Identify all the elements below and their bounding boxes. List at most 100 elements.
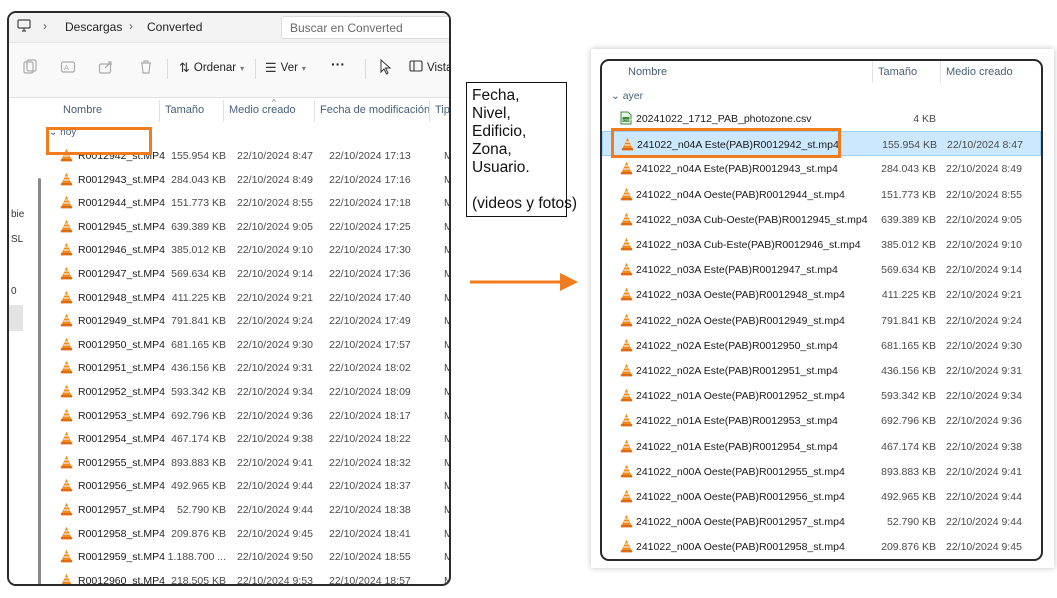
file-media-created: 22/10/2024 9:24 — [237, 315, 313, 328]
table-row[interactable]: 241022_n00A Oeste(PAB)R0012957_st.mp4 52.… — [602, 509, 1041, 534]
table-row[interactable]: R0012954_st.MP4 467.174 KB 22/10/2024 9:38… — [42, 427, 449, 451]
table-row[interactable]: 241022_n03A Este(PAB)R0012947_st.mp4 569.… — [602, 257, 1041, 282]
column-header-size[interactable]: Tamaño — [878, 66, 917, 78]
vlc-icon — [60, 384, 73, 403]
nav-item-highlight — [9, 305, 23, 331]
column-header-name[interactable]: Nombre — [628, 66, 667, 78]
file-media-created: 22/10/2024 9:10 — [237, 244, 313, 257]
file-media-created: 22/10/2024 9:31 — [946, 365, 1022, 377]
file-modified: 22/10/2024 17:25 — [329, 220, 411, 233]
vlc-icon — [620, 212, 633, 231]
file-size: 52.790 KB — [886, 516, 936, 529]
table-row[interactable]: R0012957_st.MP4 52.790 KB 22/10/2024 9:44 2… — [42, 498, 449, 522]
table-row[interactable]: R0012951_st.MP4 436.156 KB 22/10/2024 9:31… — [42, 356, 449, 380]
table-row[interactable]: R0012960_st.MP4 218.505 KB 22/10/2024 9:53… — [42, 569, 449, 586]
table-row[interactable]: R0012945_st.MP4 639.389 KB 22/10/2024 9:05… — [42, 215, 449, 239]
sort-button[interactable]: ⇅ Ordenar ▾ — [179, 60, 244, 76]
table-row[interactable]: R0012956_st.MP4 492.965 KB 22/10/2024 9:44… — [42, 474, 449, 498]
file-name: 241022_n02A Este(PAB)R0012950_st.mp4 — [636, 339, 838, 352]
column-divider[interactable] — [159, 100, 160, 122]
file-size: 151.773 KB — [171, 197, 226, 210]
file-size: 1.188.700 ... — [167, 551, 226, 564]
file-name: 241022_n00A Oeste(PAB)R0012956_st.mp4 — [636, 491, 845, 503]
table-row[interactable]: 241022_n01A Oeste(PAB)R0012952_st.mp4 593… — [602, 383, 1041, 408]
navigation-pane[interactable]: bie SL 0 — [9, 98, 39, 584]
table-row[interactable]: R0012946_st.MP4 385.012 KB 22/10/2024 9:10… — [42, 238, 449, 262]
file-modified: 22/10/2024 17:18 — [329, 197, 411, 210]
column-header-type[interactable]: Tip — [435, 104, 449, 116]
file-modified: 22/10/2024 17:13 — [329, 150, 411, 162]
table-row[interactable]: R0012950_st.MP4 681.165 KB 22/10/2024 9:30… — [42, 333, 449, 357]
table-row[interactable]: 241022_n02A Oeste(PAB)R0012949_st.mp4 791… — [602, 308, 1041, 333]
table-row[interactable]: 241022_n03A Cub-Este(PAB)R0012946_st.mp4… — [602, 232, 1041, 257]
vlc-icon — [60, 408, 73, 427]
file-size: 411.225 KB — [171, 291, 226, 304]
file-name: 20241022_1712_PAB_photozone.csv — [636, 113, 812, 125]
column-divider[interactable] — [872, 61, 873, 83]
file-modified: 22/10/2024 18:57 — [329, 574, 411, 586]
view-button[interactable]: ☰ Ver ▾ — [265, 60, 306, 76]
file-media-created: 22/10/2024 9:41 — [237, 456, 313, 469]
column-divider[interactable] — [223, 100, 224, 122]
file-type: MP — [444, 528, 449, 540]
file-size: 284.043 KB — [171, 173, 226, 186]
table-row[interactable]: 241022_n03A Cub-Oeste(PAB)R0012945_st.mp… — [602, 207, 1041, 232]
column-header-media-created[interactable]: Medio creado — [229, 104, 296, 116]
share-icon[interactable] — [97, 59, 115, 77]
copy-icon[interactable] — [21, 59, 39, 77]
file-size: 218.505 KB — [171, 574, 226, 586]
table-row[interactable]: 241022_n01A Este(PAB)R0012953_st.mp4 692.… — [602, 408, 1041, 433]
nav-item-fragment[interactable]: bie — [11, 209, 24, 220]
column-header-media-created[interactable]: Medio creado — [946, 66, 1013, 78]
table-row[interactable]: 241022_n01A Este(PAB)R0012954_st.mp4 467.… — [602, 434, 1041, 459]
table-row[interactable]: 241022_n04A Oeste(PAB)R0012944_st.mp4 151… — [602, 182, 1041, 207]
file-type: MP — [444, 480, 449, 492]
table-row[interactable]: 241022_n04A Este(PAB)R0012943_st.mp4 284.… — [602, 156, 1041, 181]
view-list-icon: ☰ — [265, 60, 277, 75]
breadcrumb-item[interactable]: Descargas — [65, 20, 122, 34]
file-size: 692.796 KB — [171, 409, 226, 422]
table-row[interactable]: R0012958_st.MP4 209.876 KB 22/10/2024 9:45… — [42, 522, 449, 546]
file-size: 639.389 KB — [171, 220, 226, 233]
file-size: 681.165 KB — [881, 339, 936, 352]
table-row[interactable]: 241022_n00A Oeste(PAB)R0012958_st.mp4 209… — [602, 534, 1041, 559]
search-input[interactable]: Buscar en Converted — [281, 16, 449, 39]
nav-item-fragment[interactable]: 0 — [11, 286, 17, 297]
column-header-modified[interactable]: Fecha de modificación — [320, 104, 430, 116]
table-row[interactable]: 241022_n00A Oeste(PAB)R0012955_st.mp4 893… — [602, 459, 1041, 484]
vlc-icon — [620, 489, 633, 508]
rename-icon[interactable]: A — [59, 59, 77, 77]
table-row[interactable]: R0012952_st.MP4 593.342 KB 22/10/2024 9:34… — [42, 380, 449, 404]
column-divider[interactable] — [314, 100, 315, 122]
table-row[interactable]: R0012944_st.MP4 151.773 KB 22/10/2024 8:55… — [42, 191, 449, 215]
left-explorer-window: › Descargas › Converted Buscar en Conver… — [7, 11, 451, 586]
table-row[interactable]: R0012949_st.MP4 791.841 KB 22/10/2024 9:24… — [42, 309, 449, 333]
table-row[interactable]: 241022_n00A Oeste(PAB)R0012956_st.mp4 492… — [602, 484, 1041, 509]
nav-item-fragment[interactable]: SL — [11, 234, 23, 245]
breadcrumb-item[interactable]: Converted — [147, 20, 202, 34]
table-row[interactable]: R0012959_st.MP4 1.188.700 ... 22/10/2024 9… — [42, 545, 449, 569]
column-divider[interactable] — [940, 61, 941, 83]
toolbar-divider — [167, 59, 168, 79]
table-row[interactable]: R0012943_st.MP4 284.043 KB 22/10/2024 8:49… — [42, 168, 449, 192]
nav-scrollbar[interactable] — [38, 178, 41, 584]
table-row[interactable]: R0012948_st.MP4 411.225 KB 22/10/2024 9:21… — [42, 286, 449, 310]
delete-icon[interactable] — [137, 59, 155, 77]
table-row[interactable]: R0012955_st.MP4 893.883 KB 22/10/2024 9:41… — [42, 451, 449, 475]
file-size: 284.043 KB — [881, 163, 936, 176]
table-row[interactable]: 241022_n02A Este(PAB)R0012951_st.mp4 436.… — [602, 358, 1041, 383]
table-row[interactable]: R0012947_st.MP4 569.634 KB 22/10/2024 9:14… — [42, 262, 449, 286]
column-header-name[interactable]: Nombre — [63, 104, 102, 116]
address-bar[interactable]: › Descargas › Converted Buscar en Conver… — [9, 13, 449, 43]
table-row[interactable]: R0012953_st.MP4 692.796 KB 22/10/2024 9:36… — [42, 404, 449, 428]
more-options-button[interactable]: ··· — [331, 56, 345, 72]
file-media-created: 22/10/2024 9:14 — [946, 264, 1022, 277]
table-row[interactable]: 241022_n02A Este(PAB)R0012950_st.mp4 681.… — [602, 333, 1041, 358]
group-header[interactable]: ⌄ ayer — [611, 90, 643, 102]
column-divider[interactable] — [429, 100, 430, 122]
table-row[interactable]: 241022_n03A Oeste(PAB)R0012948_st.mp4 411… — [602, 282, 1041, 307]
preview-pane-button[interactable]: Vista — [409, 60, 449, 75]
file-media-created: 22/10/2024 8:55 — [946, 188, 1022, 201]
column-header-size[interactable]: Tamaño — [165, 104, 204, 116]
computer-icon[interactable] — [17, 19, 31, 35]
